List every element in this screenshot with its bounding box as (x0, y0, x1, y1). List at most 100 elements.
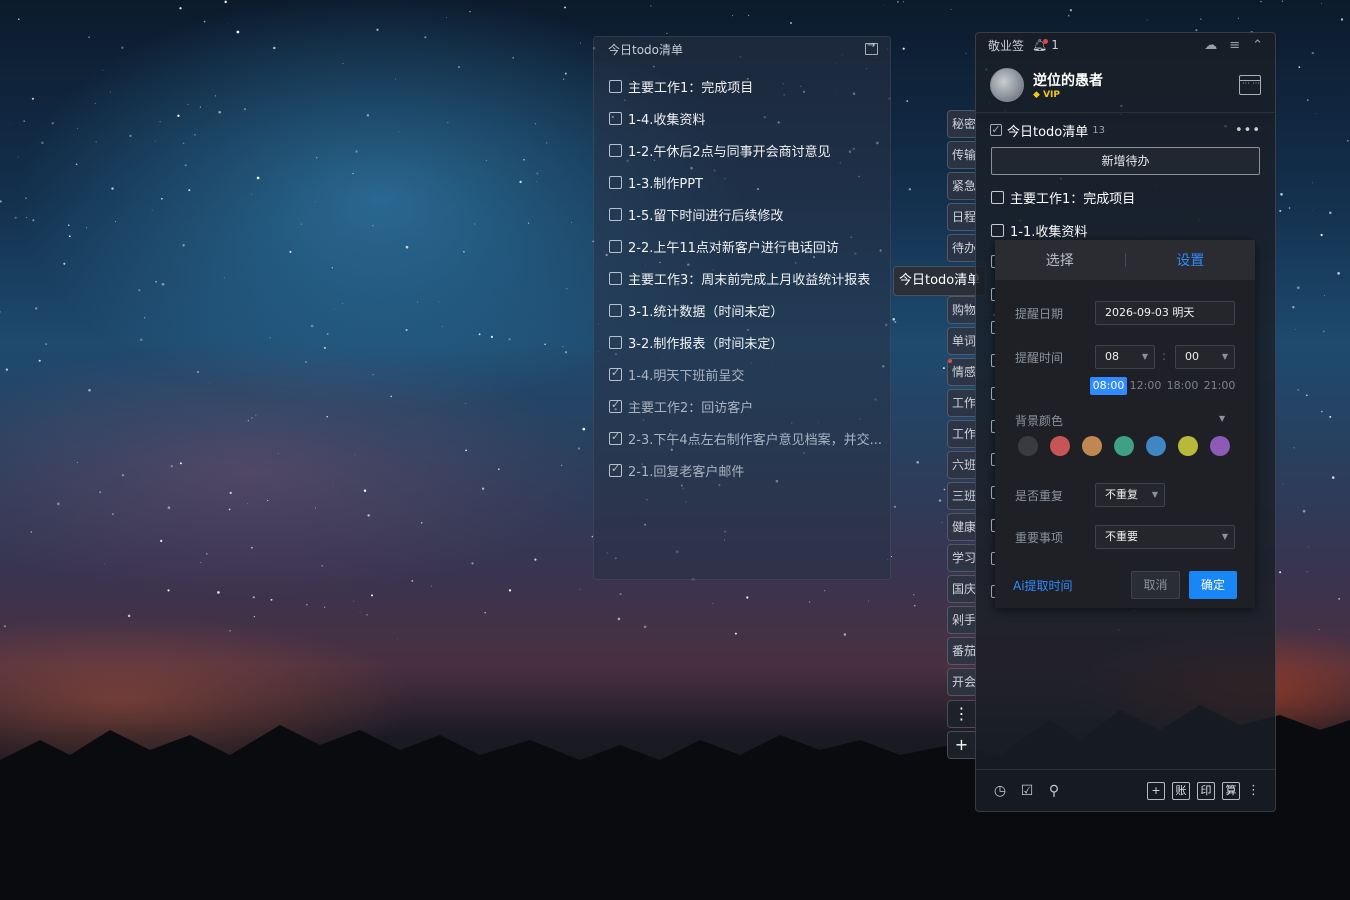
ai-extract-time-link[interactable]: Ai提取时间 (1013, 577, 1073, 594)
date-field[interactable]: 2026-09-03 明天 (1095, 301, 1235, 325)
color-swatch[interactable] (1210, 436, 1230, 456)
tag-item[interactable]: 工作 (947, 420, 975, 448)
widget-todo-item[interactable]: 2-1.回复老客户邮件 (594, 454, 890, 486)
todo-checkbox[interactable] (609, 207, 622, 221)
todo-text: 2-2.上午11点对新客户进行电话回访 (628, 240, 839, 256)
time-separator: : (1162, 349, 1167, 363)
tag-item[interactable]: 国庆 (947, 575, 975, 603)
collapse-icon[interactable]: ⌃ (1252, 38, 1263, 53)
todo-checkbox[interactable] (609, 430, 622, 445)
widget-todo-item[interactable]: 1-5.留下时间进行后续修改 (594, 198, 890, 230)
ledger-button[interactable]: 账 (1172, 781, 1190, 800)
repeat-select[interactable]: 不重复 ▼ (1095, 483, 1165, 507)
widget-todo-item[interactable]: 1-4.明天下班前呈交 (594, 358, 890, 390)
widget-todo-item[interactable]: 主要工作1：完成项目 (594, 70, 890, 102)
todo-text: 主要工作3：周末前完成上月收益统计报表 (628, 272, 871, 288)
tag-item[interactable]: 学习 (947, 544, 975, 572)
cancel-button[interactable]: 取消 (1131, 571, 1180, 599)
tag-item[interactable]: 开会 (947, 668, 975, 696)
hour-select[interactable]: 08 ▼ (1095, 345, 1155, 369)
color-swatch[interactable] (1018, 436, 1038, 456)
list-more-button[interactable]: ••• (1235, 123, 1261, 138)
tag-item[interactable]: 待办 (947, 234, 975, 262)
todo-checkbox[interactable] (609, 79, 622, 93)
tag-item[interactable]: 日程 (947, 203, 975, 231)
todo-checkbox[interactable] (609, 271, 622, 285)
todo-checkbox[interactable] (609, 335, 622, 349)
widget-todo-item[interactable]: 2-3.下午4点左右制作客户意见档案，并交... (594, 422, 890, 454)
confirm-button[interactable]: 确定 (1189, 571, 1237, 599)
avatar[interactable] (990, 67, 1024, 102)
todo-checkbox[interactable] (609, 366, 622, 381)
color-swatch[interactable] (1082, 436, 1102, 456)
footer-more-icon[interactable]: ⋮ (1247, 783, 1260, 798)
tag-item[interactable]: 三班 (947, 482, 975, 510)
calendar-icon[interactable] (1239, 74, 1261, 95)
detach-icon[interactable] (865, 40, 878, 55)
print-button[interactable]: 印 (1197, 781, 1215, 800)
sync-icon[interactable]: ☁ (1204, 38, 1217, 53)
widget-todo-item[interactable]: 3-2.制作报表（时间未定） (594, 326, 890, 358)
widget-todo-item[interactable]: 主要工作2：回访客户 (594, 390, 890, 422)
todo-checkbox[interactable] (991, 191, 1004, 204)
importance-label: 重要事项 (1015, 531, 1064, 545)
tag-item[interactable]: 剁手 (947, 606, 975, 634)
todo-checkbox[interactable] (609, 462, 622, 477)
clock-icon[interactable]: ◷ (991, 782, 1009, 800)
todo-checkbox[interactable] (609, 111, 622, 125)
tag-item[interactable]: 工作 (947, 389, 975, 417)
todo-checkbox[interactable] (609, 175, 622, 189)
color-swatch[interactable] (1114, 436, 1134, 456)
quick-time-1800[interactable]: 18:00 (1164, 377, 1201, 395)
add-square-button[interactable]: + (1147, 781, 1165, 800)
widget-todo-item[interactable]: 2-2.上午11点对新客户进行电话回访 (594, 230, 890, 262)
chevron-down-icon: ▼ (1151, 490, 1158, 499)
menu-icon[interactable]: ≡ (1229, 38, 1240, 53)
new-todo-button[interactable]: 新增待办 (991, 147, 1260, 175)
todo-text: 1-3.制作PPT (628, 176, 703, 192)
calendar-check-icon[interactable]: ☑ (1018, 782, 1036, 800)
tag-item[interactable]: 健康 (947, 513, 975, 541)
chevron-down-icon[interactable]: ▼ (1219, 414, 1225, 423)
tab-settings[interactable]: 设置 (1126, 250, 1256, 270)
todo-checkbox[interactable] (609, 143, 622, 157)
todo-text: 1-4.明天下班前呈交 (628, 368, 745, 384)
todo-checkbox[interactable] (609, 303, 622, 317)
widget-todo-item[interactable]: 1-3.制作PPT (594, 166, 890, 198)
todo-checkbox[interactable] (609, 398, 622, 413)
color-swatch[interactable] (1050, 436, 1070, 456)
more-tags-button[interactable]: ⋮ (947, 700, 975, 728)
chevron-down-icon: ▼ (1221, 532, 1228, 541)
checklist-icon: ✓ (990, 123, 1002, 136)
bell-icon[interactable]: 🔔︎ (1032, 38, 1049, 52)
tag-item[interactable]: 六班 (947, 451, 975, 479)
todo-checkbox[interactable] (991, 224, 1004, 237)
widget-todo-item[interactable]: 主要工作3：周末前完成上月收益统计报表 (594, 262, 890, 294)
widget-todo-item[interactable]: 1-2.午休后2点与同事开会商讨意见 (594, 134, 890, 166)
quick-time-1200[interactable]: 12:00 (1127, 377, 1164, 395)
tag-item[interactable]: 单词 (947, 327, 975, 355)
calculator-button[interactable]: 算 (1222, 781, 1240, 800)
color-swatch[interactable] (1178, 436, 1198, 456)
todo-checkbox[interactable] (609, 239, 622, 253)
importance-select[interactable]: 不重要 ▼ (1095, 525, 1235, 549)
desktop-todo-widget: 今日todo清单 主要工作1：完成项目 1-4.收集资料 1-2.午休后2点与同事开… (593, 36, 891, 580)
tag-item[interactable]: 购物 (947, 296, 975, 324)
tag-item[interactable]: 番茄 (947, 637, 975, 665)
widget-todo-item[interactable]: 1-4.收集资料 (594, 102, 890, 134)
tag-item[interactable]: 传输 (947, 141, 975, 169)
quick-time-0800[interactable]: 08:00 (1090, 377, 1127, 395)
add-tag-button[interactable]: + (947, 731, 975, 759)
tag-item[interactable]: 秘密 (947, 110, 975, 138)
tag-item[interactable]: 紧急 (947, 172, 975, 200)
app-todo-item[interactable]: 主要工作1：完成项目 (976, 181, 1275, 214)
minute-select[interactable]: 00 ▼ (1175, 345, 1235, 369)
search-icon[interactable]: ⚲ (1045, 782, 1063, 800)
widget-todo-item[interactable]: 3-1.统计数据（时间未定） (594, 294, 890, 326)
tab-select[interactable]: 选择 (995, 250, 1125, 270)
user-name: 逆位的愚者 (1033, 72, 1103, 89)
todo-text: 1-5.留下时间进行后续修改 (628, 208, 784, 224)
color-swatch[interactable] (1146, 436, 1166, 456)
quick-time-2100[interactable]: 21:00 (1201, 377, 1238, 395)
tag-item[interactable]: 情感 (947, 358, 975, 386)
